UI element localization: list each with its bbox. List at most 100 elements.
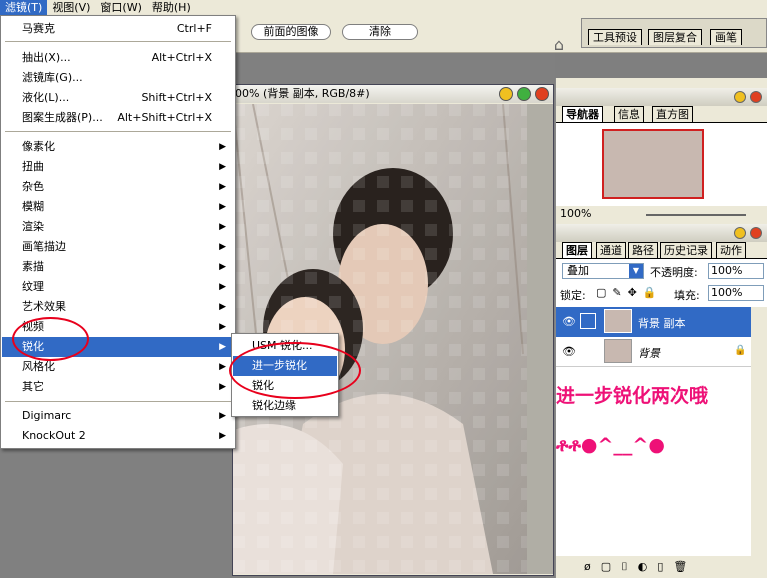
clear-button[interactable]: 清除 (342, 24, 418, 40)
filter-menu-item-knockout[interactable]: KnockOut 2 ▶ (2, 426, 234, 446)
blend-mode-value: 叠加 (567, 264, 589, 277)
annotation-text: 进一步锐化两次哦 (556, 381, 751, 408)
menubar: 滤镜(T) 视图(V) 窗口(W) 帮助(H) (0, 0, 767, 15)
menu-item-label: KnockOut 2 (22, 429, 86, 442)
annotation-emoticon: ቶቶ●^__^● (556, 434, 751, 456)
layers-footer-icons[interactable]: ø▢⌷◐▯🗑 (584, 560, 697, 573)
well-tab-brushes[interactable]: 画笔 (710, 29, 742, 45)
navigator-minimize-icon[interactable] (734, 91, 746, 103)
submenu-arrow-icon: ▶ (219, 322, 226, 332)
navigator-titlebar (556, 88, 767, 106)
navigator-body (556, 122, 767, 206)
opacity-input[interactable]: 100% (708, 263, 764, 279)
layers-close-icon[interactable] (750, 227, 762, 239)
brush-link-icon[interactable] (580, 313, 596, 329)
filter-menu-item-pattern-maker[interactable]: 图案生成器(P)... Alt+Shift+Ctrl+X (2, 108, 234, 128)
submenu-arrow-icon: ▶ (219, 262, 226, 272)
layers-titlebar (556, 224, 767, 242)
submenu-arrow-icon: ▶ (219, 342, 226, 352)
navigator-zoom-slider[interactable] (646, 214, 746, 216)
tab-actions[interactable]: 动作 (716, 242, 746, 258)
filter-menu-item-texture[interactable]: 纹理 ▶ (2, 277, 234, 297)
layers-scrollbar[interactable] (751, 307, 767, 557)
well-tab-tool-presets[interactable]: 工具预设 (588, 29, 642, 45)
tab-paths[interactable]: 路径 (628, 242, 658, 258)
filter-menu-item-distort[interactable]: 扭曲 ▶ (2, 157, 234, 177)
layer-thumbnail (604, 339, 632, 363)
filter-menu-item-liquify[interactable]: 液化(L)... Shift+Ctrl+X (2, 88, 234, 108)
menu-item-label: 画笔描边 (22, 240, 66, 253)
menu-separator (5, 401, 231, 402)
navigator-thumbnail[interactable] (602, 129, 704, 199)
filter-menu-item-sketch[interactable]: 素描 ▶ (2, 257, 234, 277)
filter-menu-item-extract[interactable]: 抽出(X)... Alt+Ctrl+X (2, 48, 234, 68)
filter-menu-item-other[interactable]: 其它 ▶ (2, 377, 234, 397)
menu-item-label: 像素化 (22, 140, 55, 153)
eye-icon[interactable]: 👁 (562, 345, 576, 358)
menu-item-label: 杂色 (22, 180, 44, 193)
palette-well: 工具预设 图层复合 画笔 (581, 18, 767, 48)
menu-item-label: 扭曲 (22, 160, 44, 173)
menu-item-label: 其它 (22, 380, 44, 393)
layers-minimize-icon[interactable] (734, 227, 746, 239)
close-icon[interactable] (535, 87, 549, 101)
opacity-label: 不透明度: (650, 266, 698, 279)
filter-menu-item-render[interactable]: 渲染 ▶ (2, 217, 234, 237)
document-title: 00% (背景 副本, RGB/8#) (233, 85, 553, 103)
well-tab-layer-comps[interactable]: 图层复合 (648, 29, 702, 45)
annotation-dot-icon: ● (648, 434, 665, 456)
filter-menu-item-digimarc[interactable]: Digimarc ▶ (2, 406, 234, 426)
submenu-arrow-icon: ▶ (219, 431, 226, 441)
previous-state-button[interactable]: 前面的图像 (251, 24, 331, 40)
tab-navigator[interactable]: 导航器 (562, 106, 603, 122)
submenu-arrow-icon: ▶ (219, 282, 226, 292)
menu-view[interactable]: 视图(V) (47, 0, 95, 15)
maximize-icon[interactable] (517, 87, 531, 101)
fill-label: 填充: (674, 289, 700, 302)
navigator-close-icon[interactable] (750, 91, 762, 103)
document-scrollbar[interactable] (527, 104, 553, 574)
menu-item-label: 渲染 (22, 220, 44, 233)
filter-menu-item-stylize[interactable]: 风格化 ▶ (2, 357, 234, 377)
minimize-icon[interactable] (499, 87, 513, 101)
menu-item-label: Digimarc (22, 409, 72, 422)
tab-layers[interactable]: 图层 (562, 242, 592, 258)
tab-history[interactable]: 历史记录 (660, 242, 712, 258)
menu-item-label: 滤镜库(G)... (22, 71, 83, 84)
annotation-squiggle-icon: ቶቶ● (556, 434, 598, 456)
menu-help[interactable]: 帮助(H) (147, 0, 196, 15)
menu-separator (5, 41, 231, 42)
menu-item-label: 风格化 (22, 360, 55, 373)
filter-menu-item-brush-strokes[interactable]: 画笔描边 ▶ (2, 237, 234, 257)
menu-item-label: 锐化边缘 (252, 399, 296, 412)
filter-menu-item-blur[interactable]: 模糊 ▶ (2, 197, 234, 217)
annotation-circle-sharpen-more (229, 342, 361, 399)
layer-row[interactable]: 👁 背景 🔒 (556, 337, 751, 367)
menu-filter[interactable]: 滤镜(T) (0, 0, 48, 15)
tab-info[interactable]: 信息 (614, 106, 644, 122)
menu-item-label: 艺术效果 (22, 300, 66, 313)
filter-menu-item-artistic[interactable]: 艺术效果 ▶ (2, 297, 234, 317)
document-window: 00% (背景 副本, RGB/8#) (232, 84, 554, 576)
filter-menu-item-mosaic[interactable]: 马赛克 Ctrl+F (2, 19, 234, 39)
submenu-arrow-icon: ▶ (219, 162, 226, 172)
tab-channels[interactable]: 通道 (596, 242, 626, 258)
menu-window[interactable]: 窗口(W) (95, 0, 146, 15)
submenu-arrow-icon: ▶ (219, 382, 226, 392)
menu-item-label: 模糊 (22, 200, 44, 213)
annotation-text-value: 进一步锐化两次哦 (556, 385, 709, 407)
eye-icon[interactable]: 👁 (562, 315, 576, 328)
blend-mode-select[interactable]: 叠加 ▼ (562, 263, 644, 279)
navigator-zoom-value[interactable]: 100% (560, 206, 591, 222)
filter-menu-item-pixelate[interactable]: 像素化 ▶ (2, 137, 234, 157)
layer-row[interactable]: 👁 背景 副本 (556, 307, 751, 337)
filter-menu-item-gallery[interactable]: 滤镜库(G)... (2, 68, 234, 88)
tab-histogram[interactable]: 直方图 (652, 106, 693, 122)
submenu-arrow-icon: ▶ (219, 242, 226, 252)
menu-item-label: 马赛克 (22, 22, 55, 35)
menu-item-label: 纹理 (22, 280, 44, 293)
lock-icons[interactable]: ▢✎✥🔒 (596, 286, 663, 299)
fill-input[interactable]: 100% (708, 285, 764, 301)
filter-menu-item-noise[interactable]: 杂色 ▶ (2, 177, 234, 197)
submenu-item-sharpen-edges[interactable]: 锐化边缘 (233, 396, 337, 416)
